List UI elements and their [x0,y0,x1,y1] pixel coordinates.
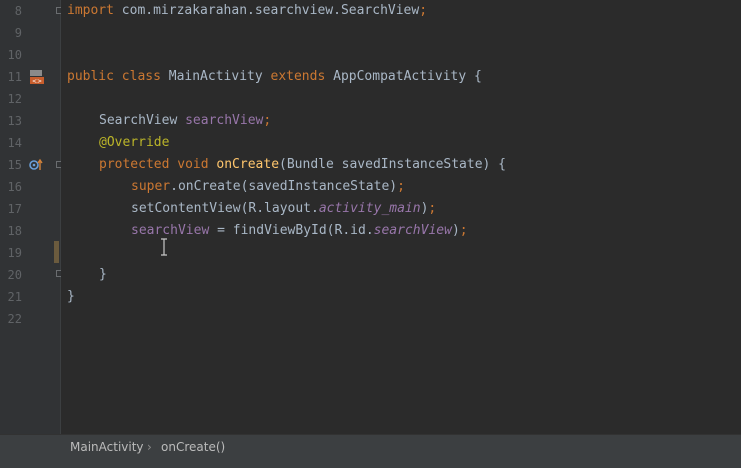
keyword: super [131,179,171,194]
field-name: searchView [131,223,210,238]
class-override-icon[interactable]: <> [28,69,46,89]
line-number: 22 [7,312,22,326]
annotation: @Override [99,135,170,150]
bottom-toolbar [0,458,741,468]
line-number: 16 [7,180,22,194]
vcs-change-marker[interactable] [54,241,59,263]
code-line-15: protected void onCreate(Bundle savedInst… [99,154,506,176]
line-number: 12 [7,92,22,106]
call: .onCreate(savedInstanceState) [170,179,398,194]
semicolon: ; [263,113,272,128]
code-line-8: import com.mirzakarahan.searchview.Searc… [67,0,427,22]
line-number-gutter: 8 9 10 11 12 13 14 15 16 17 18 19 20 21 … [0,0,63,434]
override-method-icon[interactable] [28,157,44,177]
breadcrumb-separator: › [147,440,152,454]
call: setContentView(R.layout. [131,201,319,216]
breadcrumb-item-method[interactable]: onCreate() [161,435,225,459]
line-number: 9 [14,26,22,40]
class-name: MainActivity [160,69,271,84]
code-line-14: @Override [99,132,169,154]
keyword: extends [270,69,326,84]
semicolon: ; [459,223,468,238]
text-cursor-icon [161,238,167,256]
line-number: 20 [7,268,22,282]
keyword: protected void [99,157,217,172]
line-number: 8 [14,4,22,18]
field-name: searchView [185,113,264,128]
code-line-13: SearchView searchView; [99,110,271,132]
svg-text:<>: <> [32,78,42,85]
breadcrumb-item-class[interactable]: MainActivity [70,435,144,459]
import-path: com.mirzakarahan.searchview.SearchView [113,3,420,18]
code-line-11: public class MainActivity extends AppCom… [67,66,482,88]
keyword: public class [67,69,161,84]
semicolon: ; [428,201,437,216]
code-line-20: } [99,264,107,286]
closing-brace: } [99,267,107,282]
keyword: import [67,3,114,18]
paren: ) [451,223,460,238]
closing-brace: } [67,289,75,304]
line-number: 10 [7,48,22,62]
line-number: 21 [7,290,22,304]
code-line-21: } [67,286,75,308]
line-number: 17 [7,202,22,216]
line-number: 15 [7,158,22,172]
line-number: 19 [7,246,22,260]
resource-name: activity_main [318,201,421,216]
semicolon: ; [397,179,405,194]
line-number: 13 [7,114,22,128]
code-editor[interactable]: import com.mirzakarahan.searchview.Searc… [61,0,741,434]
line-number: 14 [7,136,22,150]
resource-id: searchView [373,223,452,238]
code-line-18: searchView = findViewById(R.id.searchVie… [131,220,468,242]
type-name: SearchView [99,113,186,128]
semicolon: ; [419,3,428,18]
code-line-17: setContentView(R.layout.activity_main); [131,198,436,220]
line-number: 18 [7,224,22,238]
code-line-16: super.onCreate(savedInstanceState); [131,176,405,198]
breadcrumb: MainActivity › onCreate() [0,434,741,459]
line-number: 11 [7,70,22,84]
superclass: AppCompatActivity { [325,69,482,84]
assignment: = findViewById(R.id. [209,223,374,238]
method-name: onCreate [216,157,280,172]
parameters: (Bundle savedInstanceState) { [279,157,507,172]
